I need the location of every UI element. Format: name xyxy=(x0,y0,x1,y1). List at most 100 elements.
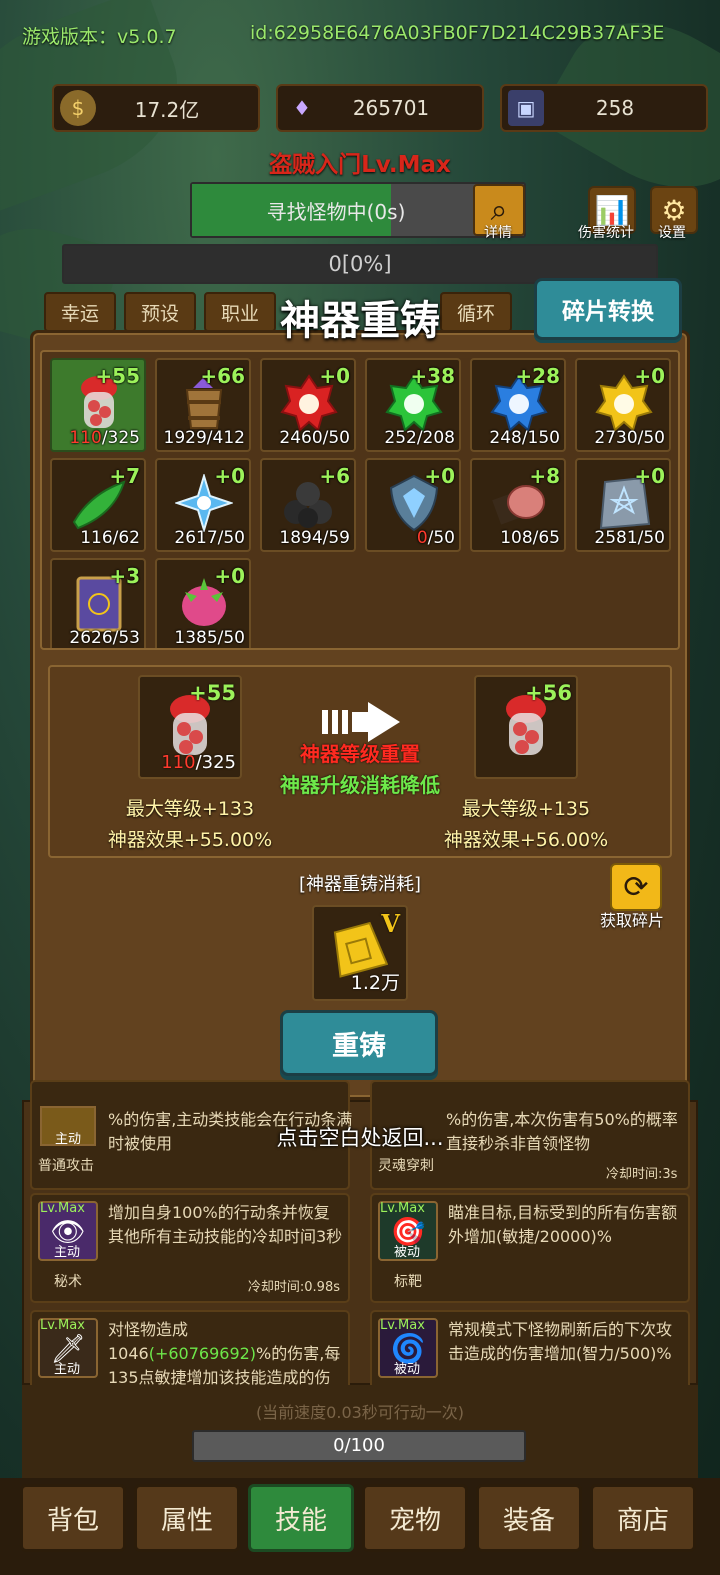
skill-type: 被动 xyxy=(394,1362,421,1377)
crystal-icon: ♦ xyxy=(293,96,311,120)
artifact-bonus: +0 xyxy=(634,464,665,488)
skill-name: 普通攻击 xyxy=(38,1158,94,1174)
tab-preset[interactable]: 预设 xyxy=(124,292,196,332)
artifact-count: 2730/50 xyxy=(594,428,665,448)
artifact-slot[interactable]: +66 1929/412 xyxy=(155,358,251,452)
artifact-count: 0/50 xyxy=(416,528,455,548)
crystal-resource[interactable]: ♦ 265701 xyxy=(276,84,484,132)
artifact-slot[interactable]: +28 248/150 xyxy=(470,358,566,452)
reforge-button[interactable]: 重铸 xyxy=(280,1010,438,1076)
artifact-slot[interactable]: +3 2626/53 xyxy=(50,558,146,648)
coin-value: 17.2亿 xyxy=(134,97,200,122)
artifact-count: 2626/53 xyxy=(69,628,140,648)
current-artifact-slot: +55 110/325 xyxy=(138,675,242,779)
artifact-count: 116/62 xyxy=(80,528,140,548)
user-id-label: id:62958E6476A03FB0F7D214C29B37AF3E xyxy=(250,22,665,44)
current-count: 110/325 xyxy=(161,752,236,773)
artifact-slot[interactable]: +6 1894/59 xyxy=(260,458,356,552)
version-label: 游戏版本：v5.0.7 xyxy=(22,26,177,48)
artifact-slot[interactable]: +0 2617/50 xyxy=(155,458,251,552)
tab-luck[interactable]: 幸运 xyxy=(44,292,116,332)
artifact-bonus: +3 xyxy=(109,564,140,588)
nav-shop[interactable]: 商店 xyxy=(590,1484,696,1552)
skill-name: 灵魂穿刺 xyxy=(378,1158,434,1174)
artifact-count: 1385/50 xyxy=(174,628,245,648)
skill-description: 常规模式下怪物刷新后的下次攻击造成的伤害增加(智力/500)% xyxy=(448,1320,673,1363)
card-resource[interactable]: ▣ 258 xyxy=(500,84,708,132)
card-value: 258 xyxy=(595,96,635,120)
artifact-slot[interactable]: +8 108/65 xyxy=(470,458,566,552)
reforge-cost-label: [神器重铸消耗] xyxy=(298,874,422,895)
artifact-bonus: +55 xyxy=(95,364,140,388)
speed-note: (当前速度0.03秒可行动一次) xyxy=(255,1403,465,1422)
get-fragments-label: 获取碎片 xyxy=(600,911,665,930)
result-max-level: 最大等级+135 xyxy=(461,798,591,820)
card-icon: ▣ xyxy=(508,90,544,126)
result-bonus: +56 xyxy=(525,681,572,705)
skill-level: Lv.Max xyxy=(40,1318,85,1333)
artifact-slot[interactable]: +0 2730/50 xyxy=(575,358,671,452)
nav-attributes[interactable]: 属性 xyxy=(134,1484,240,1552)
skill-name: 标靶 xyxy=(394,1274,422,1290)
skill-description: 瞄准目标,目标受到的所有伤害额外增加(敏捷/20000)% xyxy=(448,1203,678,1246)
current-effect: 神器效果+55.00% xyxy=(107,829,273,851)
thief-level-label: 盗贼入门Lv.Max xyxy=(269,152,451,178)
artifact-slot[interactable]: +0 1385/50 xyxy=(155,558,251,648)
dialog-title: 神器重铸 xyxy=(280,298,440,344)
skill-description: 对怪物造成1046(+60769692)%的伤害,每135点敏捷增加该技能造成的… xyxy=(108,1320,341,1387)
artifact-count: 108/65 xyxy=(500,528,560,548)
artifact-slot[interactable]: +0 0/50 xyxy=(365,458,461,552)
artifact-bonus: +38 xyxy=(410,364,455,388)
skill-level: Lv.Max xyxy=(40,1201,85,1216)
artifact-bonus: +0 xyxy=(424,464,455,488)
skill-cooldown: 冷却时间:0.98s xyxy=(247,1280,340,1295)
cost-item-grade: V xyxy=(381,909,400,938)
skill-type: 被动 xyxy=(394,1245,421,1260)
skill-type: 主动 xyxy=(54,1362,81,1377)
artifact-bonus: +7 xyxy=(109,464,140,488)
artifact-bonus: +0 xyxy=(214,564,245,588)
fragment-convert-button[interactable]: 碎片转换 xyxy=(534,278,682,340)
action-bar-text: 0/100 xyxy=(333,1435,385,1456)
coin-resource[interactable]: $ 17.2亿 xyxy=(52,84,260,132)
get-fragments-button[interactable]: ⟳ xyxy=(610,863,662,911)
nav-equipment[interactable]: 装备 xyxy=(476,1484,582,1552)
skill-level: Lv.Max xyxy=(380,1201,425,1216)
artifact-slot[interactable]: +7 116/62 xyxy=(50,458,146,552)
search-status: 寻找怪物中(0s) xyxy=(266,200,406,224)
artifact-grid: +55 110/325 +66 1929/412 +0 2460/50 +38 … xyxy=(40,350,680,650)
artifact-bonus: +0 xyxy=(214,464,245,488)
artifact-count: 252/208 xyxy=(384,428,455,448)
artifact-bonus: +28 xyxy=(515,364,560,388)
artifact-count: 2617/50 xyxy=(174,528,245,548)
coin-icon: $ xyxy=(60,90,96,126)
artifact-bonus: +0 xyxy=(634,364,665,388)
artifact-count: 2460/50 xyxy=(279,428,350,448)
skill-card[interactable]: 🎯 Lv.Max 被动 标靶 瞄准目标,目标受到的所有伤害额外增加(敏捷/200… xyxy=(370,1193,690,1303)
nav-skills[interactable]: 技能 xyxy=(248,1484,354,1552)
artifact-count: 110/325 xyxy=(69,428,140,448)
artifact-slot[interactable]: +0 2581/50 xyxy=(575,458,671,552)
skill-card[interactable]: 🌀 Lv.Max 被动 常规模式下怪物刷新后的下次攻击造成的伤害增加(智力/50… xyxy=(370,1310,690,1390)
artifact-slot[interactable]: +55 110/325 xyxy=(50,358,146,452)
skill-card[interactable]: 🗡 Lv.Max 主动 对怪物造成1046(+60769692)%的伤害,每13… xyxy=(30,1310,350,1390)
artifact-bonus: +66 xyxy=(200,364,245,388)
artifact-bonus: +0 xyxy=(319,364,350,388)
artifact-slot[interactable]: +38 252/208 xyxy=(365,358,461,452)
nav-pets[interactable]: 宠物 xyxy=(362,1484,468,1552)
skill-type: 主动 xyxy=(54,1245,81,1260)
current-bonus: +55 xyxy=(189,681,236,705)
artifact-count: 1929/412 xyxy=(163,428,245,448)
skill-level: Lv.Max xyxy=(380,1318,425,1333)
artifact-count: 1894/59 xyxy=(279,528,350,548)
artifact-slot[interactable]: +0 2460/50 xyxy=(260,358,356,452)
nav-backpack[interactable]: 背包 xyxy=(20,1484,126,1552)
artifact-bonus: +8 xyxy=(529,464,560,488)
damage-stats-label: 伤害统计 xyxy=(578,225,634,241)
skill-card[interactable]: 👁 Lv.Max 主动 秘术 增加自身100%的行动条并恢复其他所有主动技能的冷… xyxy=(30,1193,350,1303)
skill-name: 秘术 xyxy=(54,1274,82,1290)
return-hint[interactable]: 点击空白处返回... xyxy=(0,1122,720,1152)
result-effect: 神器效果+56.00% xyxy=(443,829,609,851)
refresh-icon: ⟳ xyxy=(623,869,649,905)
artifact-bonus: +6 xyxy=(319,464,350,488)
